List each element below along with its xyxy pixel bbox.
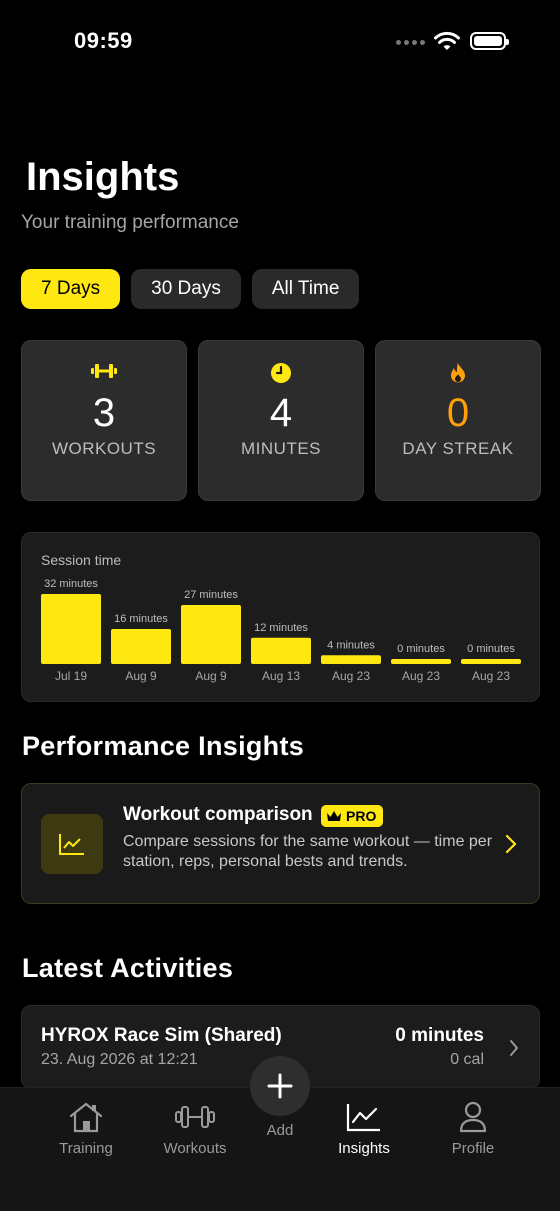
workout-comparison-title: Workout comparison [123, 804, 313, 825]
stat-minutes-value: 4 [269, 391, 293, 435]
plus-icon [267, 1073, 293, 1099]
tab-insights-label: Insights [338, 1140, 390, 1157]
performance-insights-heading: Performance Insights [22, 731, 305, 761]
stat-day-streak: 0 DAY STREAK [375, 340, 541, 501]
tab-training[interactable]: Training [41, 1100, 131, 1157]
activity-calories: 0 cal [450, 1051, 484, 1068]
stat-minutes-label: MINUTES [241, 439, 321, 458]
chart-category-label: Aug 9 [195, 669, 227, 683]
battery-icon [470, 32, 509, 50]
chart-bar [321, 655, 381, 664]
chart-value-label: 16 minutes [114, 613, 168, 625]
stat-day-streak-value: 0 [446, 391, 470, 435]
activity-name: HYROX Race Sim (Shared) [41, 1025, 282, 1046]
tab-30-days[interactable]: 30 Days [131, 269, 241, 309]
cellular-signal-icon [396, 40, 425, 45]
chart-category-label: Aug 9 [125, 669, 157, 683]
stat-workouts-value: 3 [92, 391, 116, 435]
stats-row: 3 WORKOUTS 4 MINUTES 0 DAY STREAK [21, 340, 541, 501]
add-button[interactable] [250, 1056, 310, 1116]
stat-workouts-label: WORKOUTS [51, 439, 157, 458]
activity-duration: 0 minutes [395, 1025, 484, 1046]
wifi-icon [434, 31, 460, 50]
chart-bar [111, 629, 171, 664]
chart-value-label: 12 minutes [254, 622, 308, 634]
activity-date: 23. Aug 2026 at 12:21 [41, 1051, 198, 1068]
chart-bar [461, 659, 521, 664]
latest-activities-heading: Latest Activities [22, 953, 234, 983]
chart-value-label: 0 minutes [397, 643, 445, 655]
add-button-label: Add [266, 1122, 294, 1139]
flame-icon [451, 363, 465, 383]
chart-title: Session time [41, 552, 122, 568]
chart-icon [346, 1104, 380, 1132]
pro-badge-label: PRO [346, 808, 377, 824]
page-title: Insights [26, 155, 180, 199]
tab-workouts[interactable]: Workouts [150, 1100, 240, 1157]
chart-category-label: Aug 23 [332, 669, 370, 683]
chart-category-label: Aug 23 [472, 669, 510, 683]
chart-category-label: Aug 23 [402, 669, 440, 683]
pro-badge: PRO [321, 805, 384, 827]
chart-bar [391, 659, 451, 664]
chart-value-label: 32 minutes [44, 578, 98, 590]
chevron-right-icon [505, 834, 517, 854]
status-bar: 09:59 [0, 0, 560, 80]
tab-training-label: Training [59, 1140, 113, 1157]
tab-workouts-label: Workouts [163, 1140, 227, 1157]
clock-icon [271, 363, 291, 383]
tab-profile-label: Profile [451, 1140, 495, 1157]
chart-bar [251, 637, 311, 664]
tab-all-time[interactable]: All Time [251, 269, 360, 309]
chart-value-label: 4 minutes [327, 639, 375, 651]
session-time-chart: 32 minutes Jul 19 16 minutes Aug 9 27 minute… [21, 532, 540, 702]
stat-workouts: 3 WORKOUTS [21, 340, 187, 501]
chevron-right-icon [510, 1040, 518, 1056]
stat-day-streak-label: DAY STREAK [402, 439, 514, 458]
workout-comparison-description: Compare sessions for the same workout — … [123, 833, 493, 870]
tab-insights[interactable]: Insights [319, 1100, 409, 1157]
range-tabs: 7 Days 30 Days All Time [21, 269, 360, 309]
chart-value-label: 0 minutes [467, 643, 515, 655]
crown-icon [327, 811, 341, 821]
house-icon [69, 1102, 103, 1133]
dumbbell-icon [175, 1106, 215, 1128]
chart-bar [41, 594, 101, 664]
workout-comparison-card[interactable]: Workout comparison PRO Compare sessions … [21, 783, 540, 904]
stat-minutes: 4 MINUTES [198, 340, 364, 501]
chart-bar [181, 604, 241, 664]
tab-7-days[interactable]: 7 Days [21, 269, 121, 309]
chart-category-label: Jul 19 [55, 669, 87, 683]
status-time: 09:59 [74, 28, 133, 53]
chart-value-label: 27 minutes [184, 589, 238, 601]
dumbbell-icon [91, 364, 117, 378]
tab-profile[interactable]: Profile [428, 1100, 518, 1157]
page-subtitle: Your training performance [21, 212, 239, 233]
chart-category-label: Aug 13 [262, 669, 300, 683]
person-icon [459, 1101, 487, 1133]
line-chart-icon [41, 814, 103, 874]
